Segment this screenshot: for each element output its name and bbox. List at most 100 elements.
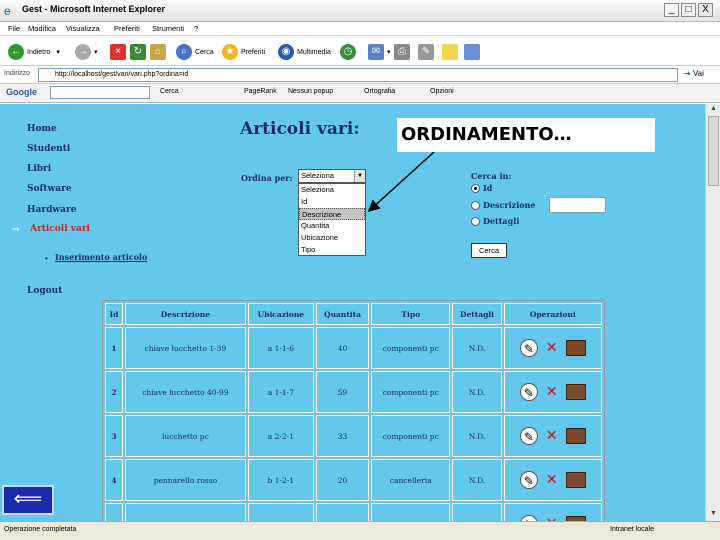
edit-page-button[interactable]: ✎ — [418, 43, 437, 61]
popup-blocker-button[interactable]: Nessun popup — [288, 88, 333, 95]
radio-dettagli[interactable] — [471, 217, 480, 226]
details-icon[interactable] — [565, 428, 586, 444]
cell-dettagli — [452, 503, 502, 521]
forward-toolbar-button[interactable]: → ▾ — [75, 43, 98, 61]
sort-option[interactable]: Quantita — [299, 220, 365, 232]
radio-id[interactable] — [471, 184, 480, 193]
edit-icon[interactable]: ✎ — [519, 339, 538, 357]
cell-quantita: 59 — [315, 371, 370, 413]
delete-icon[interactable]: ✕ — [542, 471, 562, 489]
logout-link[interactable]: Logout — [27, 286, 62, 296]
cell-ubicazione: a 1-1-7 — [247, 371, 314, 413]
edit-icon[interactable]: ✎ — [519, 427, 538, 445]
menu-help[interactable]: ? — [194, 24, 198, 33]
delete-icon[interactable]: ✕ — [542, 339, 562, 357]
nav-studenti[interactable]: Studenti — [27, 144, 70, 154]
cell-quantita: 20 — [315, 459, 370, 501]
search-icon: ⌕ — [176, 44, 192, 60]
sort-option[interactable]: Seleziona — [299, 184, 365, 196]
details-icon[interactable] — [565, 384, 586, 400]
stop-button[interactable]: × — [110, 43, 129, 61]
col-descrizione: Descrizione — [125, 303, 246, 325]
search-input[interactable] — [549, 197, 606, 213]
menu-tools[interactable]: Strumenti — [152, 24, 184, 33]
current-item-arrow-icon: ⇒ — [12, 224, 20, 234]
nav-home[interactable]: Home — [27, 124, 57, 134]
ie-logo-icon: e — [4, 4, 11, 18]
menu-bar: File Modifica Visualizza Preferiti Strum… — [0, 22, 720, 36]
sort-option[interactable]: Ubicazione — [299, 232, 365, 244]
maximize-button[interactable]: □ — [681, 3, 696, 17]
security-zone: Intranet locale — [610, 526, 654, 533]
search-button[interactable]: Cerca — [471, 243, 507, 258]
radio-descrizione[interactable] — [471, 201, 480, 210]
google-search-input[interactable] — [50, 86, 150, 99]
sort-option-highlighted[interactable]: Descrizione — [299, 208, 365, 220]
chevron-down-icon[interactable]: ▼ — [354, 170, 365, 182]
menu-file[interactable]: File — [8, 24, 20, 33]
minimize-button[interactable]: _ — [664, 3, 679, 17]
mail-icon: ✉ — [368, 44, 384, 60]
menu-favorites[interactable]: Preferiti — [114, 24, 140, 33]
cell-descrizione: pennarello rosso — [125, 459, 246, 501]
favorites-toolbar-button[interactable]: ★ Preferiti — [222, 43, 265, 61]
print-button[interactable]: ⎙ — [394, 43, 413, 61]
scroll-up-icon[interactable]: ▲ — [708, 105, 719, 115]
scroll-down-icon[interactable]: ▼ — [708, 510, 719, 520]
sort-dropdown-list: Seleziona Id Descrizione Quantita Ubicaz… — [298, 183, 366, 256]
menu-view[interactable]: Visualizza — [66, 24, 100, 33]
sort-option[interactable]: Id — [299, 196, 365, 208]
mail-button[interactable]: ✉ ▾ — [368, 43, 391, 61]
refresh-button[interactable]: ↻ — [130, 43, 149, 61]
sort-option[interactable]: Tipo — [299, 244, 365, 256]
chevron-down-icon: ▾ — [56, 49, 60, 56]
table-row: 4 pennarello rosso b 1-2-1 20 cancelleri… — [105, 459, 602, 501]
google-logo[interactable]: Google — [6, 87, 37, 97]
cell-quantita: 40 — [315, 327, 370, 369]
insert-article-link[interactable]: Inserimento articolo — [55, 252, 147, 262]
refresh-icon: ↻ — [130, 44, 146, 60]
edit-icon[interactable]: ✎ — [519, 471, 538, 489]
go-button[interactable]: ➜ Vai — [684, 69, 704, 78]
address-input[interactable]: http://localhost/gest/vari/vari.php?ordi… — [38, 68, 678, 82]
search-toolbar-button[interactable]: ⌕ Cerca — [176, 43, 214, 61]
spellcheck-button[interactable]: Ortografia — [364, 88, 395, 95]
nav-libri[interactable]: Libri — [27, 164, 51, 174]
status-text: Operazione completata — [4, 526, 77, 533]
back-slide-button[interactable]: ⟸ — [2, 485, 54, 515]
nav-software[interactable]: Software — [27, 184, 72, 194]
forward-arrow-icon: → — [75, 44, 91, 60]
details-icon[interactable] — [565, 340, 586, 356]
nav-articoli-vari[interactable]: Articoli vari — [30, 224, 90, 234]
delete-icon[interactable]: ✕ — [542, 427, 562, 445]
cell-dettagli: N.D. — [452, 459, 502, 501]
history-button[interactable]: ◷ — [340, 43, 359, 61]
google-options-button[interactable]: Opzioni — [430, 88, 454, 95]
discuss-button[interactable] — [442, 43, 461, 61]
cell-ubicazione — [247, 503, 314, 521]
multimedia-toolbar-button[interactable]: ◉ Multimedia — [278, 43, 331, 61]
back-toolbar-button[interactable]: ← Indietro ▾ — [8, 43, 60, 61]
edit-icon[interactable]: ✎ — [519, 383, 538, 401]
vertical-scrollbar[interactable]: ▲ ▼ — [705, 104, 720, 521]
messenger-button[interactable] — [464, 43, 483, 61]
col-dettagli: Dettagli — [452, 303, 502, 325]
menu-edit[interactable]: Modifica — [28, 24, 56, 33]
close-button[interactable]: X — [698, 3, 713, 17]
stop-icon: × — [110, 44, 126, 60]
sort-select[interactable]: Seleziona ▼ — [298, 169, 366, 183]
delete-icon[interactable]: ✕ — [542, 383, 562, 401]
scroll-thumb[interactable] — [708, 116, 719, 186]
page-title: Articoli vari: — [240, 119, 360, 139]
cell-tipo: cancelleria — [371, 459, 451, 501]
bullet-icon: • — [45, 254, 48, 263]
callout-label: ORDINAMENTO… — [397, 118, 655, 152]
cell-descrizione: lucchetto pc — [125, 415, 246, 457]
google-search-button[interactable]: Cerca — [160, 88, 179, 95]
nav-hardware[interactable]: Hardware — [27, 205, 76, 215]
radio-id-label: Id — [483, 183, 493, 193]
address-label: Indirizzo — [4, 70, 31, 77]
home-button[interactable]: ⌂ — [150, 43, 169, 61]
chevron-down-icon: ▾ — [94, 49, 98, 56]
details-icon[interactable] — [565, 472, 586, 488]
